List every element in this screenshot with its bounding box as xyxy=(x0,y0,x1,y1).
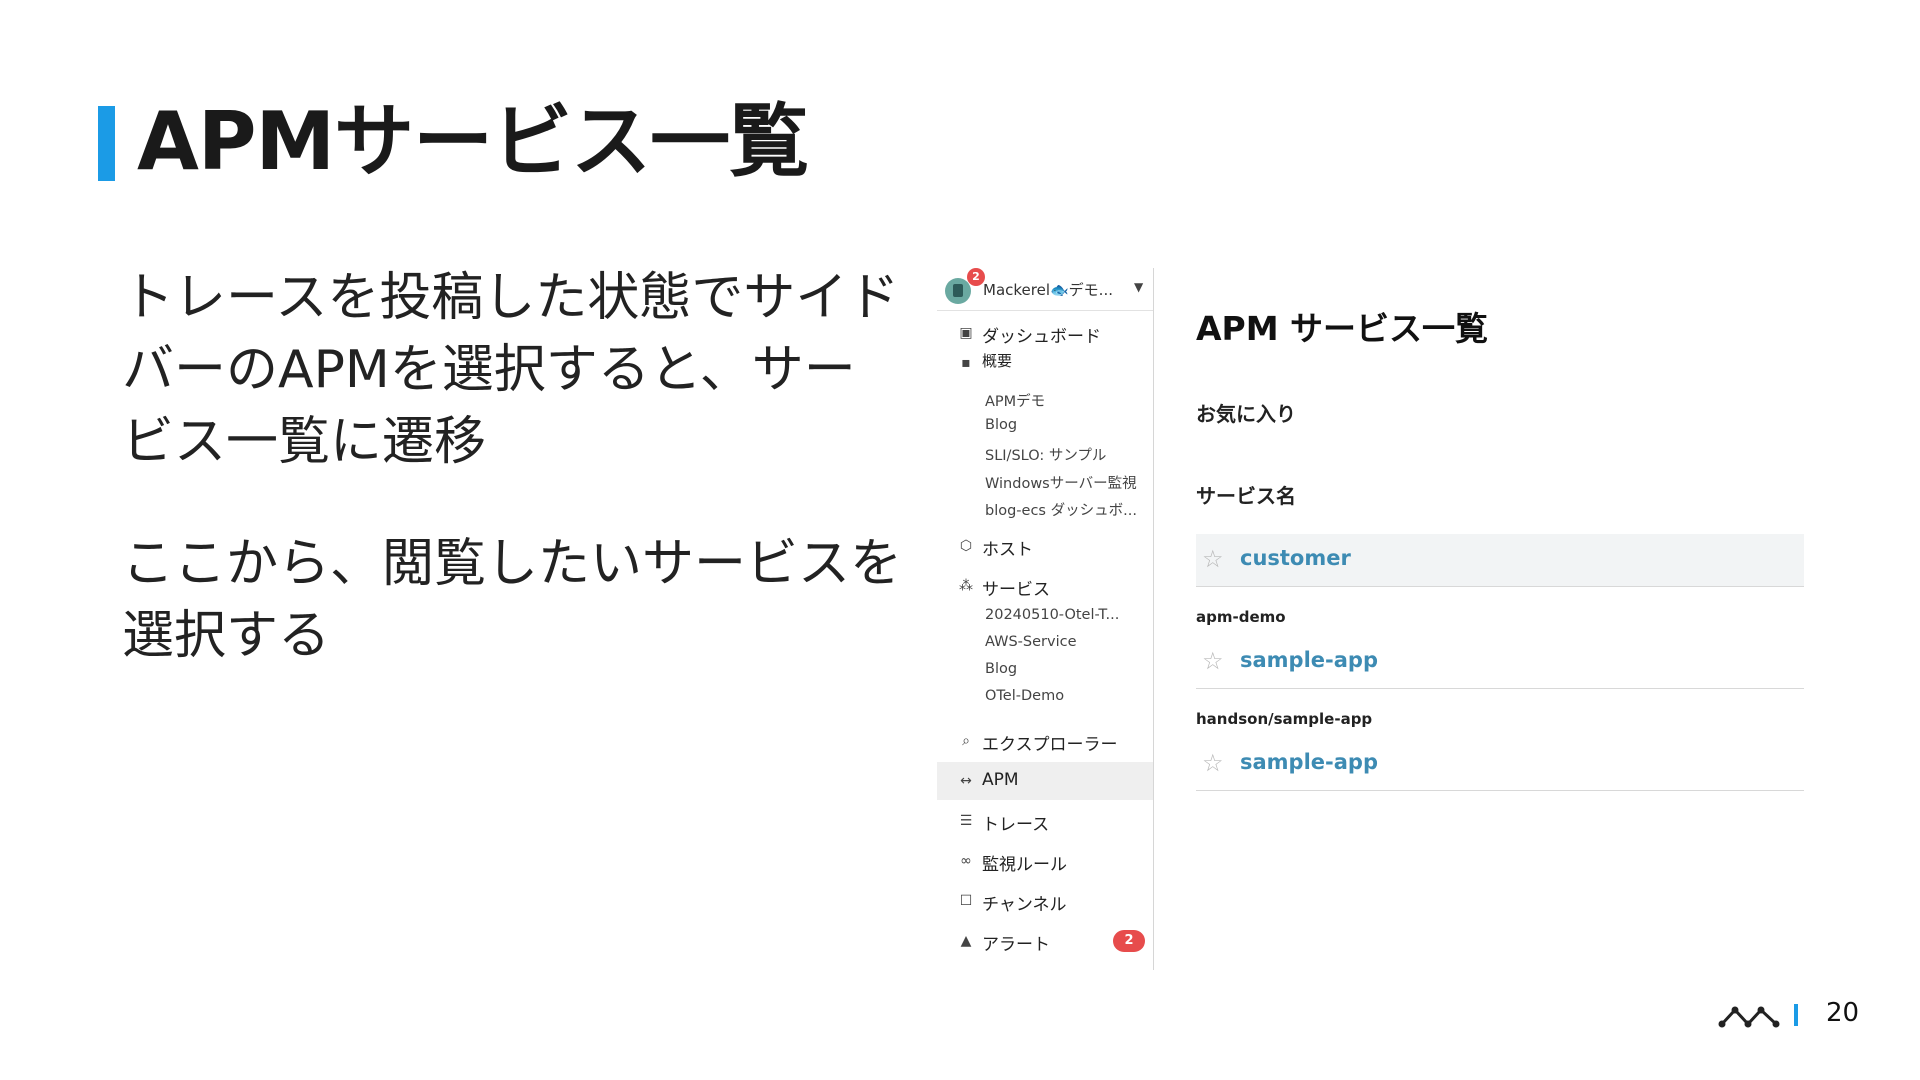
apm-icon: ↔ xyxy=(960,773,972,789)
sidebar-item-label: 概要 xyxy=(982,352,1013,370)
service-link[interactable]: Blog xyxy=(985,661,1017,677)
dashboard-link[interactable]: Windowsサーバー監視 xyxy=(985,472,1137,493)
service-row[interactable]: ☆ sample-app xyxy=(1196,636,1804,689)
title-accent-bar xyxy=(98,106,115,181)
service-link[interactable]: sample-app xyxy=(1240,750,1378,774)
mackerel-logo-icon xyxy=(1718,1006,1780,1028)
trace-icon: ☰ xyxy=(959,813,973,829)
alert-count-badge: 2 xyxy=(1113,930,1145,952)
org-avatar xyxy=(945,278,971,304)
org-name: Mackerel🐟デモ... xyxy=(983,281,1113,299)
sidebar-item-hosts[interactable]: ⬡ ホスト xyxy=(937,527,1153,565)
star-icon[interactable]: ☆ xyxy=(1202,545,1224,573)
service-row[interactable]: ☆ sample-app xyxy=(1196,738,1804,791)
slide-title: APMサービス一覧 xyxy=(137,95,809,188)
org-switcher[interactable]: 2 Mackerel🐟デモ... ▼ xyxy=(937,268,1153,311)
sidebar-item-label: エクスプローラー xyxy=(982,735,1118,755)
star-icon[interactable]: ☆ xyxy=(1202,647,1224,675)
bell-icon: ▲ xyxy=(960,933,972,949)
sidebar-item-label: ホスト xyxy=(982,540,1033,560)
service-link[interactable]: customer xyxy=(1240,546,1351,570)
sidebar-item-channels[interactable]: ☐ チャンネル xyxy=(937,882,1153,920)
dashboard-link[interactable]: blog-ecs ダッシュボ... xyxy=(985,499,1137,520)
page-title: APM サービス一覧 xyxy=(1196,309,1489,348)
sidebar-item-explorer[interactable]: ⌕ エクスプローラー xyxy=(937,722,1153,760)
services-icon: ⁂ xyxy=(959,578,973,594)
grid-icon: ▪ xyxy=(961,355,971,371)
service-link[interactable]: AWS-Service xyxy=(985,634,1077,650)
dashboard-link[interactable]: SLI/SLO: サンプル xyxy=(985,444,1106,465)
star-icon[interactable]: ☆ xyxy=(1202,749,1224,777)
sidebar-item-label: トレース xyxy=(982,815,1050,835)
service-row[interactable]: ☆ customer xyxy=(1196,534,1804,587)
dashboard-link[interactable]: APMデモ xyxy=(985,390,1045,411)
sidebar-item-overview[interactable]: ▪ 概要 xyxy=(937,344,1153,382)
footer-divider xyxy=(1794,1004,1798,1026)
service-group-label: handson/sample-app xyxy=(1196,710,1373,728)
sidebar-item-traces[interactable]: ☰ トレース xyxy=(937,802,1153,840)
dashboard-icon: ▣ xyxy=(959,325,973,341)
service-group-label: apm-demo xyxy=(1196,608,1286,626)
sidebar-item-alerts[interactable]: ▲ アラート 2 xyxy=(937,922,1153,960)
slide-paragraph-1: トレースを投稿した状態でサイドバーのAPMを選択すると、サービス一覧に遷移 xyxy=(122,268,900,472)
page-number: 20 xyxy=(1826,998,1860,1028)
favorites-heading: お気に入り xyxy=(1196,402,1296,426)
sidebar-item-services[interactable]: ⁂ サービス xyxy=(937,567,1153,605)
sidebar-item-monitors[interactable]: ∞ 監視ルール xyxy=(937,842,1153,880)
sidebar-item-label: 監視ルール xyxy=(982,855,1067,875)
channel-icon: ☐ xyxy=(959,893,973,909)
sidebar: 2 Mackerel🐟デモ... ▼ ▣ ダッシュボード ▪ 概要 APMデモ … xyxy=(937,268,1154,970)
caret-down-icon: ▼ xyxy=(1134,280,1144,294)
sidebar-item-label: チャンネル xyxy=(982,895,1067,915)
explorer-icon: ⌕ xyxy=(962,733,970,749)
dashboard-link[interactable]: Blog xyxy=(985,417,1017,433)
sidebar-item-label: サービス xyxy=(982,580,1050,600)
sidebar-item-label: APM xyxy=(982,770,1019,790)
sidebar-item-label: アラート xyxy=(982,935,1050,955)
service-link[interactable]: 20240510-Otel-T... xyxy=(985,607,1119,623)
slide-paragraph-2: ここから、閲覧したいサービスを選択する xyxy=(122,534,903,666)
cube-icon: ⬡ xyxy=(959,538,973,554)
service-name-heading: サービス名 xyxy=(1196,484,1296,508)
service-link[interactable]: sample-app xyxy=(1240,648,1378,672)
sidebar-item-apm[interactable]: ↔ APM xyxy=(937,762,1153,800)
service-link[interactable]: OTel-Demo xyxy=(985,688,1064,704)
binoculars-icon: ∞ xyxy=(960,853,972,869)
